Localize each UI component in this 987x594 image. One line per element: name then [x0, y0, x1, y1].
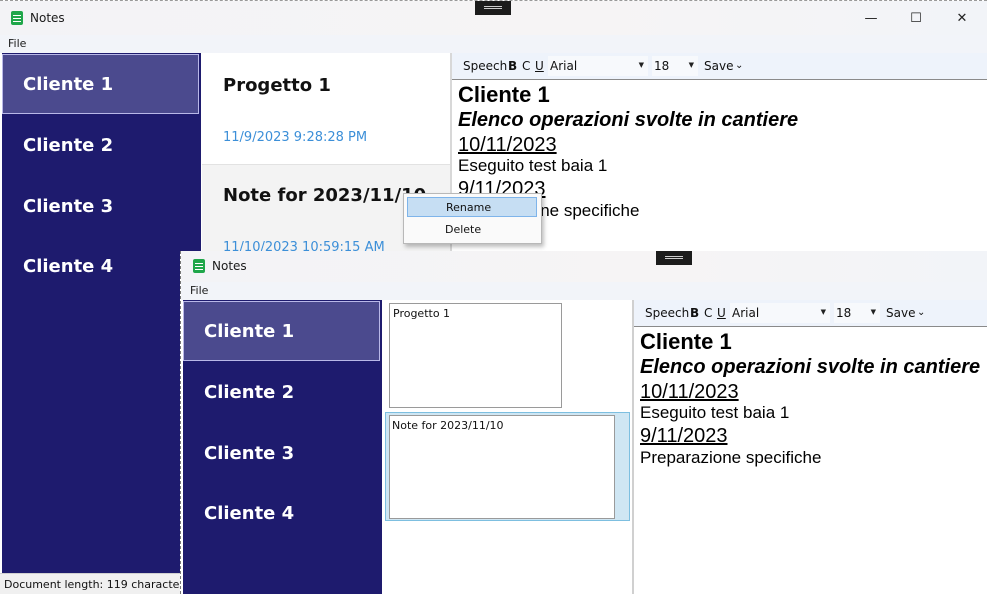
chevron-down-icon: ▼: [870, 308, 876, 316]
note-card[interactable]: Progetto 1: [389, 303, 562, 408]
toolbar-overflow-icon[interactable]: ⌄: [917, 307, 925, 318]
note-card-selected[interactable]: Note for 2023/11/10: [385, 412, 630, 521]
font-family-value: Arial: [732, 306, 760, 320]
client-item-2[interactable]: Cliente 2: [2, 115, 199, 175]
editor-line: Preparazione specifiche: [640, 448, 822, 467]
editor-date: 9/11/2023: [640, 425, 728, 447]
chevron-down-icon: ▼: [638, 61, 644, 69]
editor-subtitle: Elenco operazioni svolte in cantiere: [640, 356, 981, 378]
speech-button[interactable]: Speech: [463, 59, 507, 73]
client-item-1[interactable]: Cliente 1: [183, 301, 380, 361]
client-label: Cliente 4: [23, 255, 114, 277]
font-size-select[interactable]: 18 ▼: [652, 56, 698, 76]
front-titlebar[interactable]: Notes: [181, 251, 987, 283]
client-item-2[interactable]: Cliente 2: [183, 362, 380, 422]
minimize-button[interactable]: —: [848, 1, 894, 35]
rich-text-editor[interactable]: Cliente 1 Elenco operazioni svolte in ca…: [634, 326, 987, 594]
note-title: Progetto 1: [223, 75, 331, 96]
front-menubar: File: [181, 282, 987, 300]
font-family-value: Arial: [550, 59, 578, 73]
font-size-value: 18: [836, 306, 852, 320]
window-drag-grip[interactable]: [475, 1, 511, 15]
editor-date: 10/11/2023: [640, 381, 739, 403]
toolbar-overflow-icon[interactable]: ⌄: [735, 60, 743, 71]
delete-menu-item[interactable]: Delete: [407, 219, 537, 239]
client-item-4[interactable]: Cliente 4: [183, 483, 380, 543]
client-label: Cliente 1: [204, 320, 295, 342]
client-label: Cliente 2: [23, 134, 114, 156]
notes-list: Progetto 1 Note for 2023/11/10: [384, 300, 632, 594]
client-item-4[interactable]: Cliente 4: [2, 236, 199, 296]
underline-button[interactable]: U: [717, 306, 726, 320]
font-family-select[interactable]: Arial ▼: [730, 303, 830, 323]
close-button[interactable]: ✕: [939, 1, 985, 35]
front-window: Notes File Cliente 1 Cliente 2 Cliente 3…: [180, 251, 987, 594]
note-title: Note for 2023/11/10: [392, 419, 504, 432]
formatting-toolbar: Speech B C U Arial ▼ 18 ▼ Save ⌄: [452, 53, 987, 79]
window-drag-grip[interactable]: [656, 251, 692, 265]
chevron-down-icon: ▼: [820, 308, 826, 316]
editor-subtitle: Elenco operazioni svolte in cantiere: [458, 109, 799, 131]
underline-button[interactable]: U: [535, 59, 544, 73]
rename-menu-item[interactable]: Rename: [407, 197, 537, 217]
editor-line: Eseguito test baia 1: [458, 156, 608, 175]
notes-app-icon: [193, 259, 205, 273]
back-menubar: File: [0, 35, 987, 53]
formatting-toolbar: Speech B C U Arial ▼ 18 ▼ Save ⌄: [634, 300, 987, 326]
editor-heading: Cliente 1: [640, 329, 732, 354]
speech-button[interactable]: Speech: [645, 306, 689, 320]
bold-button[interactable]: B: [508, 59, 517, 73]
document-length-status: Document length: 119 characters: [4, 578, 190, 591]
client-item-3[interactable]: Cliente 3: [183, 423, 380, 483]
file-menu[interactable]: File: [8, 37, 26, 50]
editor-heading: Cliente 1: [458, 82, 550, 107]
window-title: Notes: [30, 11, 65, 25]
status-bar: Document length: 119 characters: [0, 573, 190, 594]
note-card-inner: Note for 2023/11/10: [389, 415, 615, 519]
client-item-1[interactable]: Cliente 1: [2, 54, 199, 114]
editor-date: 10/11/2023: [458, 134, 557, 156]
font-family-select[interactable]: Arial ▼: [548, 56, 648, 76]
client-label: Cliente 1: [23, 73, 114, 95]
note-card[interactable]: Progetto 1 11/9/2023 9:28:28 PM: [202, 53, 450, 165]
color-button[interactable]: C: [704, 306, 712, 320]
note-title: Note for 2023/11/10: [223, 185, 427, 206]
notes-app-icon: [11, 11, 23, 25]
bold-button[interactable]: B: [690, 306, 699, 320]
note-date: 11/9/2023 9:28:28 PM: [223, 130, 368, 145]
client-sidebar: Cliente 1 Cliente 2 Cliente 3 Cliente 4: [183, 300, 382, 594]
client-label: Cliente 3: [23, 195, 114, 217]
file-menu[interactable]: File: [190, 284, 208, 297]
client-label: Cliente 3: [204, 442, 295, 464]
font-size-value: 18: [654, 59, 670, 73]
save-button[interactable]: Save: [886, 306, 915, 320]
note-title: Progetto 1: [393, 307, 451, 320]
save-button[interactable]: Save: [704, 59, 733, 73]
client-item-3[interactable]: Cliente 3: [2, 176, 199, 236]
client-sidebar: Cliente 1 Cliente 2 Cliente 3 Cliente 4: [2, 53, 201, 577]
chevron-down-icon: ▼: [688, 61, 694, 69]
note-context-menu: Rename Delete: [403, 193, 542, 244]
client-label: Cliente 2: [204, 381, 295, 403]
client-label: Cliente 4: [204, 502, 295, 524]
maximize-button[interactable]: ☐: [893, 1, 939, 35]
color-button[interactable]: C: [522, 59, 530, 73]
window-title: Notes: [212, 259, 247, 273]
editor-line: Eseguito test baia 1: [640, 403, 790, 422]
font-size-select[interactable]: 18 ▼: [834, 303, 880, 323]
